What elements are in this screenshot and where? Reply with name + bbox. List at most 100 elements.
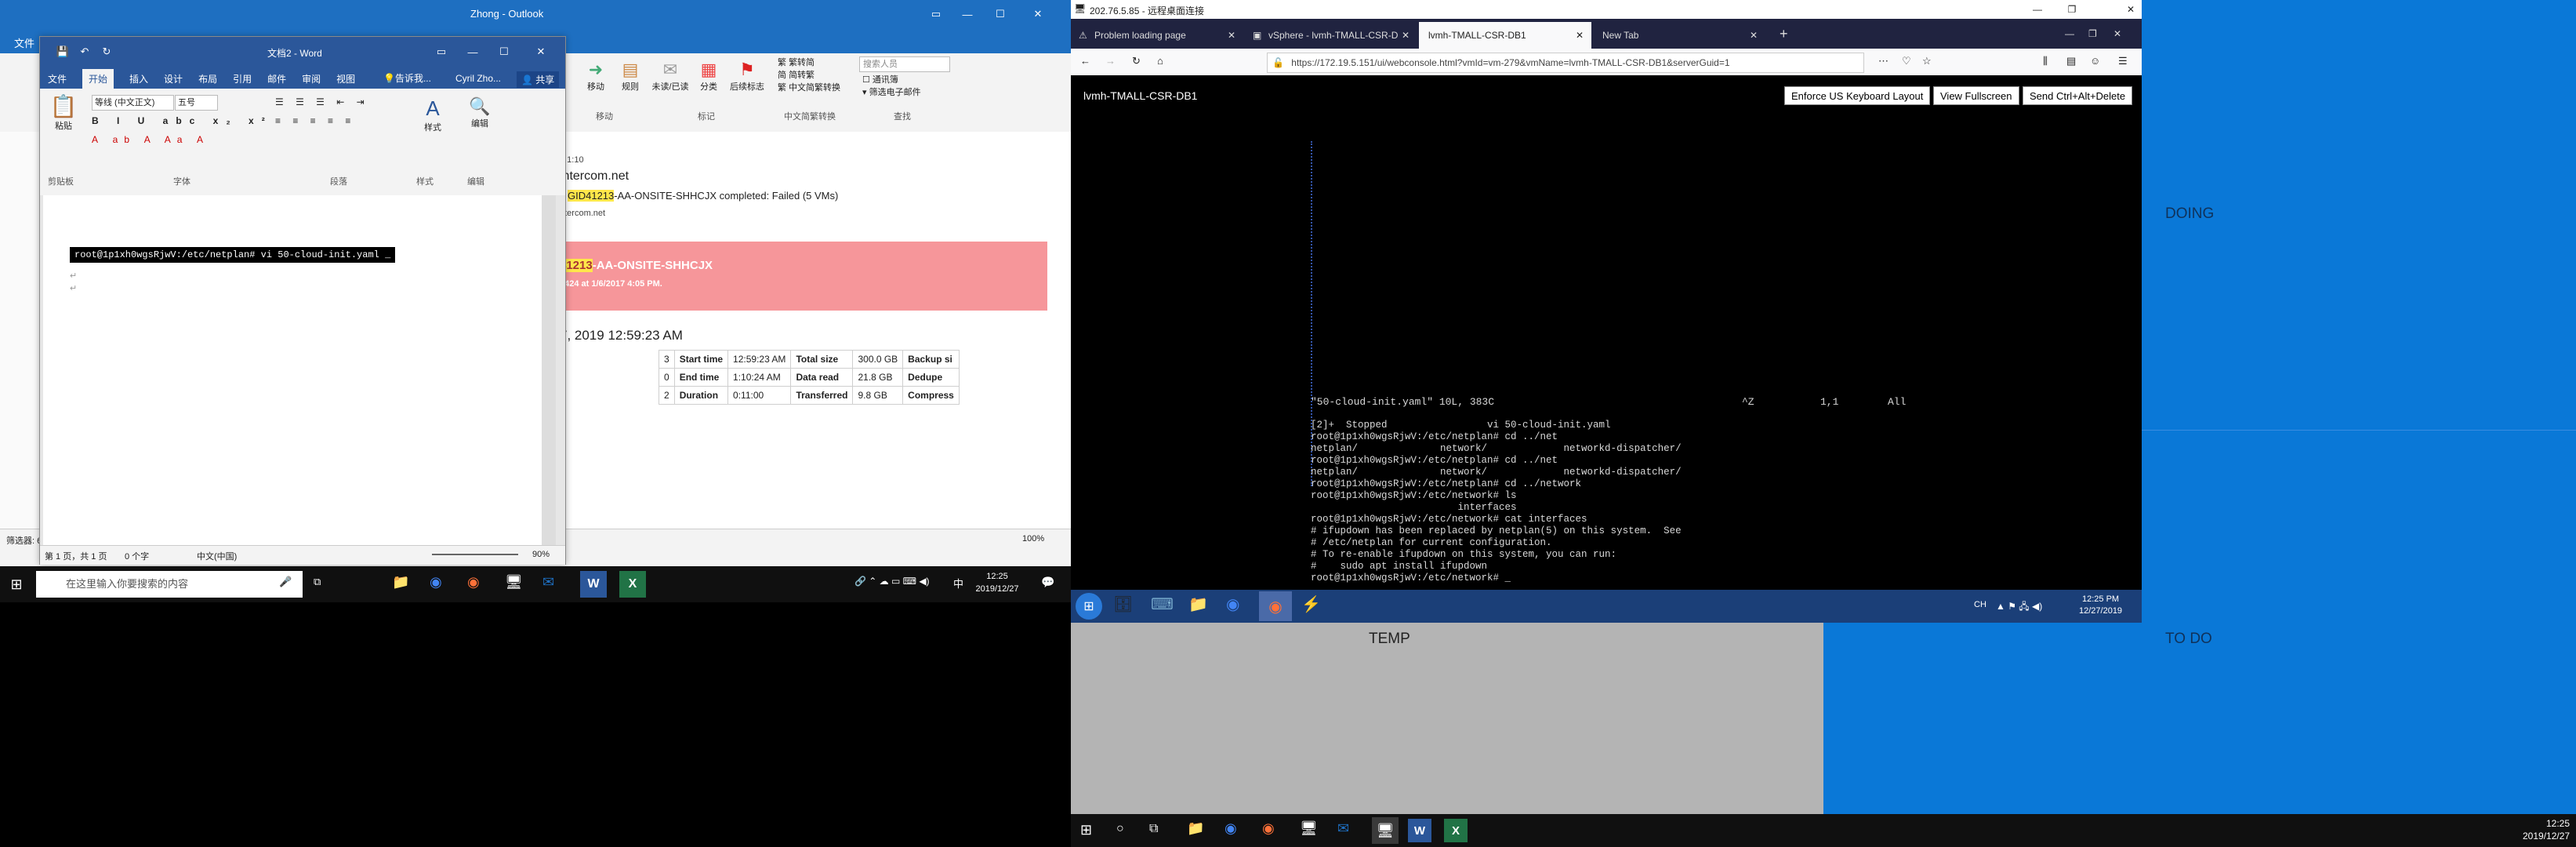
maximize-icon[interactable]: ☐ [989,5,1011,24]
firefox-icon[interactable]: ◉ [1262,820,1275,837]
url-bar[interactable]: 🔓 https://172.19.5.151/ui/webconsole.htm… [1267,53,1864,73]
outlook-icon[interactable]: ✉ [1337,820,1349,837]
tab-file[interactable]: 文件 [14,31,34,53]
chrome-icon[interactable]: ◉ [1226,594,1239,614]
font-size-select[interactable]: 五号 [175,95,218,111]
reading-from[interactable]: intercom.net [560,169,629,184]
search-people-input[interactable]: 搜索人员 [859,56,950,72]
file-explorer-icon[interactable]: 📁 [1187,820,1204,837]
vertical-scrollbar[interactable] [542,195,556,545]
rules-button[interactable]: ▤ 规则 [615,60,646,93]
word-tab[interactable]: 插入 [129,72,148,85]
minimize-icon[interactable]: — [956,5,978,24]
word-page[interactable]: root@1p1xh0wgsRjwV:/etc/netplan# vi 50-c… [43,195,542,545]
color-buttons[interactable]: A ab A Aa A [92,134,209,145]
trad-to-simp-button[interactable]: 繁 繁转简 [778,56,840,69]
home-icon[interactable]: ⌂ [1157,55,1163,67]
remote-clock[interactable]: 12:25 PM 12/27/2019 [2079,594,2122,617]
file-explorer-icon[interactable]: 📁 [1188,594,1208,614]
ime-indicator[interactable]: 中 [953,576,963,591]
close-icon[interactable]: ✕ [1027,5,1049,24]
view-fullscreen-button[interactable]: View Fullscreen [1933,86,2019,105]
system-tray-icons[interactable]: ▲ ⚑ 🖧 ◀) [1996,599,2042,616]
styles-button[interactable]: A 样式 [413,96,452,133]
minimize-icon[interactable]: — [463,43,482,60]
taskbar-clock[interactable]: 12:25 2019/12/27 [975,570,1019,595]
zoom-slider[interactable] [432,554,518,555]
right-clock[interactable]: 12:25 2019/12/27 [2523,817,2570,842]
simp-to-trad-button[interactable]: 简 简转繁 [778,69,840,82]
excel-icon[interactable]: X [1444,819,1468,842]
word-tab[interactable]: 布局 [198,72,217,85]
ribbon-display-icon[interactable]: ▭ [432,43,451,60]
undo-icon[interactable]: ↶ [76,43,93,60]
paste-button[interactable]: 📋 粘贴 [48,93,79,132]
taskbar-search-input[interactable]: 在这里输入你要搜索的内容 [36,571,303,598]
tab-vsphere[interactable]: ▣ vSphere - lvmh-TMALL-CSR-D ✕ [1245,22,1417,49]
pocket-icon[interactable]: ♡ [1902,55,1911,67]
tab-problem-loading[interactable]: ⚠ Problem loading page ✕ [1071,22,1243,49]
word-icon[interactable]: W [1408,819,1431,842]
page-actions-icon[interactable]: ⋯ [1878,55,1888,67]
excel-icon[interactable]: X [619,571,646,598]
task-view-icon[interactable]: ⧉ [314,576,321,588]
windows-start-icon[interactable]: ⊞ [1080,822,1092,838]
send-ctrl-alt-del-button[interactable]: Send Ctrl+Alt+Delete [2023,86,2133,105]
minimize-icon[interactable]: — [2065,19,2074,49]
close-icon[interactable]: ✕ [2121,2,2140,17]
paragraph-buttons[interactable]: ☰ ☰ ☰ ⇤ ⇥ [275,96,369,107]
ribbon-display-icon[interactable]: ▭ [925,5,947,24]
save-icon[interactable]: 💾 [54,43,71,60]
format-buttons[interactable]: B I U abc x₂ x² [92,115,273,126]
restore-icon[interactable]: ❐ [2088,19,2097,49]
library-icon[interactable]: ⫼ [2043,55,2048,67]
font-name-select[interactable]: 等线 (中文正文) [92,95,174,111]
tab-new[interactable]: New Tab ✕ [1593,22,1765,49]
task-view-icon[interactable]: ⧉ [1149,822,1158,836]
account-icon[interactable]: ☺ [2090,55,2100,67]
chrome-icon[interactable]: ◉ [1225,820,1237,837]
forward-icon[interactable]: → [1105,55,1116,67]
move-button[interactable]: ➜ 移动 [580,60,611,93]
tell-me-box[interactable]: 💡 告诉我... [383,71,431,85]
word-tab[interactable]: 审阅 [302,72,321,85]
minimize-icon[interactable]: — [2026,2,2049,17]
menu-icon[interactable]: ☰ [2118,55,2128,67]
rdp-active-icon[interactable]: 🖥 [1372,817,1399,844]
word-tab[interactable]: 文件 [48,72,67,85]
sidebar-icon[interactable]: ▤ [2066,55,2076,67]
back-icon[interactable]: ← [1080,55,1090,67]
firefox-icon[interactable]: ◉ [467,574,480,591]
search-icon[interactable]: ○ [1116,822,1124,836]
user-name[interactable]: Cyril Zho... [455,73,501,84]
unread-button[interactable]: ✉ 未读/已读 [651,60,690,93]
word-tab[interactable]: 视图 [336,72,355,85]
filter-email-button[interactable]: ▾ 筛选电子邮件 [862,86,921,99]
word-icon[interactable]: W [580,571,607,598]
word-tab[interactable]: 引用 [233,72,252,85]
word-tab[interactable]: 邮件 [267,72,286,85]
powershell-icon[interactable]: ⌨ [1151,594,1174,614]
notifications-icon[interactable]: 💬 [1041,576,1054,589]
firefox-icon[interactable]: ◉ [1259,591,1292,621]
editing-button[interactable]: 🔍 编辑 [460,96,499,129]
alignment-buttons[interactable]: ≡ ≡ ≡ ≡ ≡ [275,115,355,126]
reload-icon[interactable]: ↻ [1132,55,1141,67]
enforce-keyboard-button[interactable]: Enforce US Keyboard Layout [1784,86,1931,105]
bookmark-star-icon[interactable]: ☆ [1922,55,1932,67]
categorize-button[interactable]: ▦ 分类 [693,60,724,93]
server-manager-icon[interactable]: 🗄 [1113,594,1133,614]
tab-console-active[interactable]: lvmh-TMALL-CSR-DB1 ✕ [1419,22,1591,49]
file-explorer-icon[interactable]: 📁 [392,574,409,591]
outlook-icon[interactable]: ✉ [542,574,554,591]
redo-icon[interactable]: ↻ [98,43,115,60]
system-tray-icons[interactable]: 🔗 ⌃ ☁ ▭ ⌨ ◀) [854,576,930,587]
convert-button[interactable]: 繁 中文简繁转换 [778,82,840,94]
word-tab[interactable]: 开始 [82,68,114,89]
windows-start-icon[interactable]: ⊞ [1076,593,1102,620]
maximize-icon[interactable]: ☐ [495,43,513,60]
restore-icon[interactable]: ❐ [2060,2,2084,17]
remote-desktop-icon[interactable]: 🖥 [1300,820,1318,837]
new-tab-button[interactable]: + [1780,19,1788,49]
vm-console-screen[interactable]: "50-cloud-init.yaml" 10L, 383C ^Z 1,1 Al… [1071,118,2142,590]
